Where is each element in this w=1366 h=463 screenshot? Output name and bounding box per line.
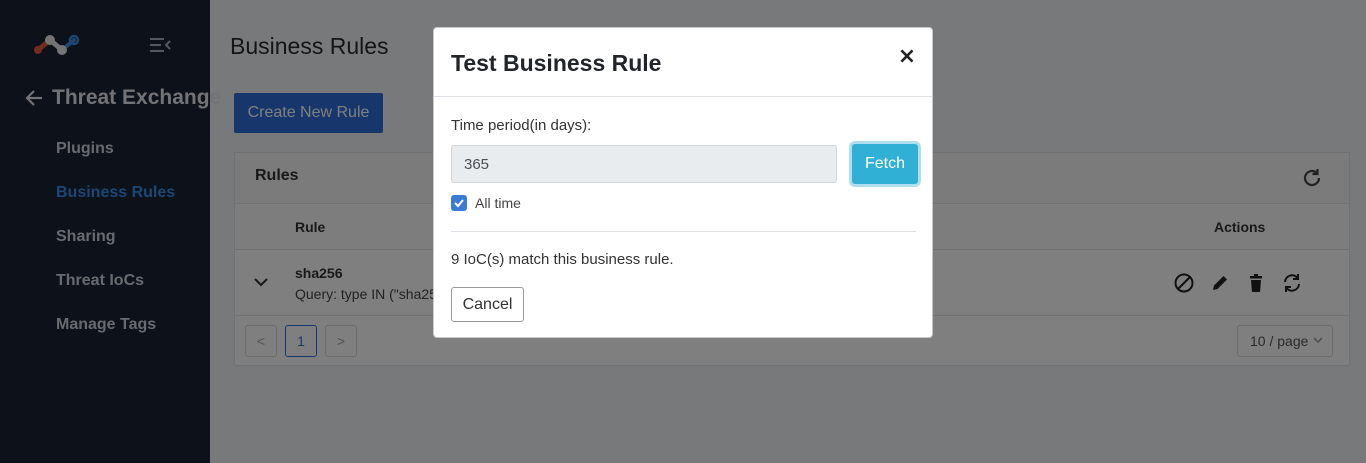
all-time-checkbox-row[interactable]: All time — [451, 195, 521, 211]
divider — [451, 231, 916, 232]
all-time-label: All time — [475, 195, 521, 211]
match-result-text: 9 IoC(s) match this business rule. — [451, 251, 674, 268]
all-time-checkbox[interactable] — [451, 195, 467, 211]
cancel-button[interactable]: Cancel — [451, 287, 524, 322]
time-period-label: Time period(in days): — [451, 117, 592, 134]
modal-header: Test Business Rule × — [434, 28, 932, 97]
fetch-button[interactable]: Fetch — [852, 144, 918, 184]
close-button[interactable]: × — [896, 46, 918, 68]
time-period-input[interactable] — [451, 145, 837, 183]
modal-title: Test Business Rule — [451, 50, 662, 76]
test-business-rule-modal: Test Business Rule × Time period(in days… — [433, 27, 933, 338]
